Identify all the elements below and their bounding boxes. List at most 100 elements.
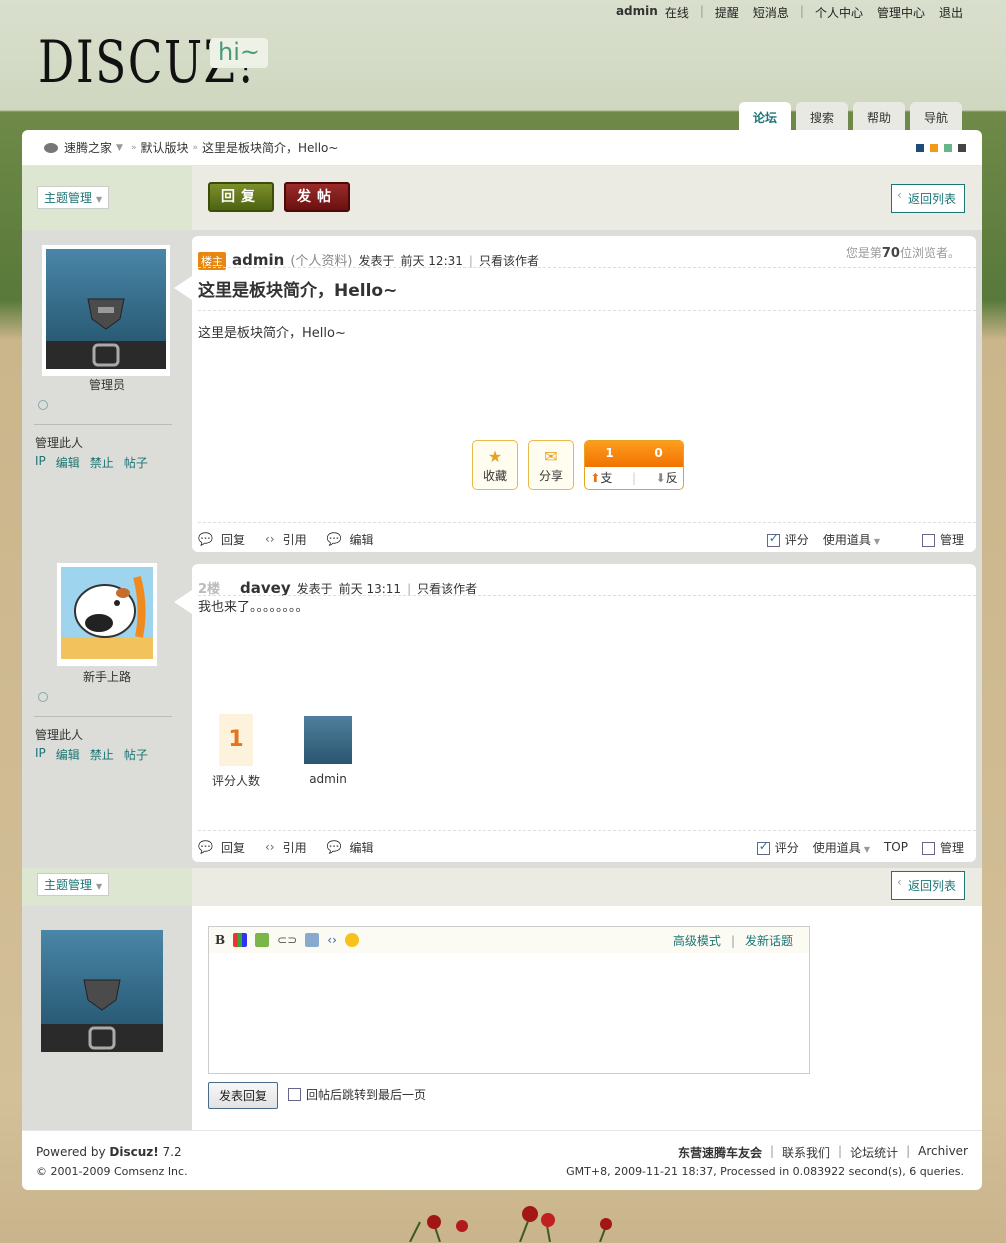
quick-reply: B ⊂⊃ ‹› 高级模式 | 发新话题 发表回复 回帖后跳转到最后一页 <box>22 906 982 1130</box>
use-tools-label: 使用道具 <box>822 532 871 547</box>
manage-edit-link[interactable]: 编辑 <box>56 746 80 763</box>
link-icon[interactable]: ⊂⊃ <box>277 933 297 947</box>
topic-manage-label: 主题管理 <box>44 191 93 205</box>
smiley-icon[interactable] <box>344 933 359 947</box>
rater-block[interactable]: admin <box>304 714 353 789</box>
chevron-down-icon[interactable]: ▼ <box>116 143 123 153</box>
archiver-link[interactable]: Archiver <box>918 1144 968 1161</box>
new-topic-link[interactable]: 发新话题 <box>745 934 793 948</box>
back-to-list-button[interactable]: 返回列表 <box>890 871 965 900</box>
online-status[interactable]: 在线 <box>665 4 696 21</box>
site-name-link[interactable]: 东营速腾车友会 <box>678 1144 762 1161</box>
pm-link[interactable]: 短消息 <box>746 4 796 21</box>
breadcrumb-arrow: » <box>130 142 137 153</box>
bold-icon[interactable]: B <box>215 933 225 947</box>
rate-action[interactable]: 评分 <box>766 531 809 548</box>
submit-reply-button[interactable]: 发表回复 <box>208 1082 279 1109</box>
use-tools-label: 使用道具 <box>812 840 861 855</box>
topic-manage-dropdown[interactable]: 主题管理 ▼ <box>37 186 110 209</box>
edit-action[interactable]: 💬 编辑 <box>327 531 374 548</box>
nav-tab-forum[interactable]: 论坛 <box>739 102 791 132</box>
username-link[interactable]: admin <box>609 4 665 21</box>
breadcrumb-forum[interactable]: 默认版块 <box>140 139 188 156</box>
usercenter-link[interactable]: 个人中心 <box>808 4 870 21</box>
rate-checkbox[interactable] <box>756 839 770 855</box>
style-swatch-dark[interactable] <box>958 143 966 152</box>
rate-checkbox[interactable] <box>766 531 780 547</box>
manage-edit-link[interactable]: 编辑 <box>56 454 80 471</box>
jump-last-option[interactable]: 回帖后跳转到最后一页 <box>288 1086 426 1103</box>
manage-label: 管理 <box>939 532 964 547</box>
style-swatch-green[interactable] <box>944 143 952 152</box>
stats-link[interactable]: 论坛统计 <box>850 1144 898 1161</box>
use-tools-dropdown[interactable]: 使用道具 ▼ <box>823 531 880 548</box>
decorative-roses <box>409 1206 612 1242</box>
edit-label: 编辑 <box>349 840 374 855</box>
favorite-button[interactable]: ★ 收藏 <box>472 440 518 490</box>
jump-last-checkbox[interactable] <box>288 1088 301 1101</box>
breadcrumb: 速腾之家 ▼ » 默认版块 » 这里是板块简介，Hello~ <box>22 130 982 166</box>
nav-tab-navigation[interactable]: 导航 <box>910 102 962 132</box>
oppose-button[interactable]: ⬇反对 <box>650 467 683 489</box>
nav-tab-search[interactable]: 搜索 <box>796 102 848 132</box>
image-icon[interactable] <box>255 933 270 947</box>
admincp-link[interactable]: 管理中心 <box>870 4 932 21</box>
color-icon[interactable] <box>233 933 248 947</box>
manage-posts-link[interactable]: 帖子 <box>124 454 148 471</box>
use-tools-dropdown[interactable]: 使用道具 ▼ <box>813 839 870 856</box>
rater-avatar[interactable] <box>304 716 353 764</box>
reply-editor: B ⊂⊃ ‹› 高级模式 | 发新话题 <box>208 926 810 1074</box>
logout-link[interactable]: 退出 <box>932 4 970 21</box>
avatar[interactable] <box>56 562 158 667</box>
rate-label: 评分 <box>774 840 799 855</box>
divider <box>198 310 976 311</box>
manage-ban-link[interactable]: 禁止 <box>90 746 114 763</box>
quote-action[interactable]: ‹› 引用 <box>265 531 307 548</box>
new-post-button[interactable]: 发帖 <box>284 182 350 212</box>
code-icon[interactable]: ‹› <box>327 933 337 947</box>
topic-manage-dropdown[interactable]: 主题管理 ▼ <box>37 873 110 896</box>
share-button[interactable]: ✉ 分享 <box>528 440 574 490</box>
edit-action[interactable]: 💬 编辑 <box>327 839 374 856</box>
manage-checkbox[interactable] <box>921 841 935 855</box>
toolbar-right: 回复 发帖 返回列表 <box>192 166 982 230</box>
manage-ip-link[interactable]: IP <box>35 746 46 763</box>
post-title: 这里是板块简介，Hello~ <box>198 281 398 301</box>
contact-link[interactable]: 联系我们 <box>782 1144 830 1161</box>
avatar[interactable] <box>41 244 171 377</box>
divider <box>34 716 172 717</box>
post-author-sidebar: 管理员 管理此人 IP 编辑 禁止 帖子 <box>22 230 192 558</box>
manage-ban-link[interactable]: 禁止 <box>90 454 114 471</box>
quote-action[interactable]: ‹› 引用 <box>265 839 307 856</box>
manage-action[interactable]: 管理 <box>921 839 964 856</box>
style-swatch-orange[interactable] <box>930 143 938 152</box>
style-swatch-blue[interactable] <box>916 143 924 152</box>
copyright: © 2001-2009 Comsenz Inc. <box>36 1165 188 1178</box>
remind-link[interactable]: 提醒 <box>708 4 746 21</box>
top-link[interactable]: TOP <box>884 840 908 854</box>
manage-ip-link[interactable]: IP <box>35 454 46 471</box>
quote-icon[interactable] <box>305 933 320 947</box>
online-signal-icon <box>38 400 48 410</box>
current-user-avatar <box>41 930 163 1052</box>
speech-bubble-icon: 💬 <box>198 532 213 546</box>
manage-action[interactable]: 管理 <box>921 531 964 548</box>
manage-posts-link[interactable]: 帖子 <box>124 746 148 763</box>
reply-button[interactable]: 回复 <box>208 182 274 212</box>
reply-action[interactable]: 💬 回复 <box>198 839 245 856</box>
powered-name[interactable]: Discuz! <box>109 1145 158 1159</box>
rater-name[interactable]: admin <box>304 772 352 786</box>
advanced-mode-link[interactable]: 高级模式 <box>673 934 721 948</box>
reply-action[interactable]: 💬 回复 <box>198 531 245 548</box>
breadcrumb-home[interactable]: 速腾之家 <box>64 139 112 156</box>
back-to-list-button[interactable]: 返回列表 <box>890 184 965 213</box>
manage-checkbox[interactable] <box>921 533 935 547</box>
separator: | <box>699 4 704 18</box>
support-button[interactable]: ⬆支持 <box>585 467 618 489</box>
views-prefix: 您是第 <box>845 246 882 260</box>
reply-textarea[interactable] <box>209 953 809 1073</box>
rate-action[interactable]: 评分 <box>756 839 799 856</box>
nav-tab-help[interactable]: 帮助 <box>853 102 905 132</box>
vote-widget: 1 0 ⬆支持 | ⬇反对 <box>584 440 684 490</box>
manage-label: 管理 <box>939 840 964 855</box>
